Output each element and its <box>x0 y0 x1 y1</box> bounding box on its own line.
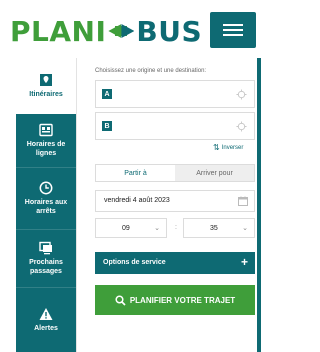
time-separator: : <box>175 224 177 231</box>
planner-hint: Choisissez une origine et une destinatio… <box>95 68 207 74</box>
sidebar-item-alertes[interactable]: Alertes <box>16 288 76 352</box>
sidebar: Itinéraires Horaires de lignes Horaires … <box>16 58 76 352</box>
clock-icon <box>39 181 53 195</box>
hamburger-icon <box>223 24 243 26</box>
warning-icon <box>39 308 53 320</box>
calendar-icon[interactable] <box>238 196 248 206</box>
monitor-icon <box>39 241 52 255</box>
timetable-icon <box>39 123 53 137</box>
service-options-button[interactable]: Options de service + <box>95 252 255 274</box>
chevron-down-icon: ⌄ <box>242 225 248 232</box>
service-options-label: Options de service <box>103 259 166 266</box>
destination-input[interactable] <box>116 117 226 135</box>
origin-badge: A <box>102 89 112 99</box>
plan-trip-label: PLANIFIER VOTRE TRAJET <box>129 295 236 305</box>
destination-field[interactable]: B <box>95 112 255 140</box>
sidebar-item-label: Horaires aux arrêts <box>24 199 68 215</box>
minute-value: 35 <box>210 225 218 232</box>
map-pin-icon <box>40 73 52 86</box>
origin-field[interactable]: A <box>95 80 255 108</box>
origin-input[interactable] <box>116 85 226 103</box>
tab-depart[interactable]: Partir à <box>96 165 175 181</box>
tab-arrive[interactable]: Arriver pour <box>175 165 254 181</box>
right-edge-bar <box>257 58 261 352</box>
trip-planner-panel: Choisissez une origine et une destinatio… <box>76 58 257 352</box>
logo-bus-icon <box>108 24 134 38</box>
left-margin <box>0 58 16 352</box>
hour-value: 09 <box>122 225 130 232</box>
header: PLANI BUS <box>0 0 261 58</box>
menu-button[interactable] <box>210 12 256 48</box>
sidebar-item-itineraires[interactable]: Itinéraires <box>16 58 76 114</box>
destination-badge: B <box>102 121 112 131</box>
plan-trip-button[interactable]: PLANIFIER VOTRE TRAJET <box>95 285 255 315</box>
locate-icon[interactable] <box>236 121 247 132</box>
sidebar-item-label: Itinéraires <box>29 90 63 98</box>
time-mode-toggle: Partir à Arriver pour <box>95 164 255 182</box>
sidebar-item-label: Alertes <box>34 325 58 332</box>
search-icon <box>115 294 126 306</box>
date-value: vendredi 4 août 2023 <box>104 197 170 204</box>
swap-button[interactable]: ⇅ Inverser <box>213 144 243 152</box>
locate-icon[interactable] <box>236 89 247 100</box>
hour-select[interactable]: 09 ⌄ <box>95 218 167 238</box>
logo-text-plani: PLANI <box>10 14 107 48</box>
hamburger-icon <box>223 34 243 36</box>
swap-label: Inverser <box>221 145 244 151</box>
sidebar-item-label: Prochains passages <box>29 259 63 275</box>
sidebar-item-horaires-lignes[interactable]: Horaires de lignes <box>16 114 76 168</box>
hamburger-icon <box>223 29 243 31</box>
sidebar-item-horaires-arrets[interactable]: Horaires aux arrêts <box>16 168 76 230</box>
swap-arrows-icon: ⇅ <box>213 143 220 152</box>
sidebar-item-prochains-passages[interactable]: Prochains passages <box>16 230 76 288</box>
chevron-down-icon: ⌄ <box>154 225 160 232</box>
planibus-logo[interactable]: PLANI BUS <box>10 14 202 48</box>
sidebar-item-label: Horaires de lignes <box>26 141 66 157</box>
date-picker[interactable]: vendredi 4 août 2023 <box>95 190 255 212</box>
logo-text-bus: BUS <box>136 14 203 48</box>
plus-icon: + <box>240 255 248 269</box>
minute-select[interactable]: 35 ⌄ <box>183 218 255 238</box>
